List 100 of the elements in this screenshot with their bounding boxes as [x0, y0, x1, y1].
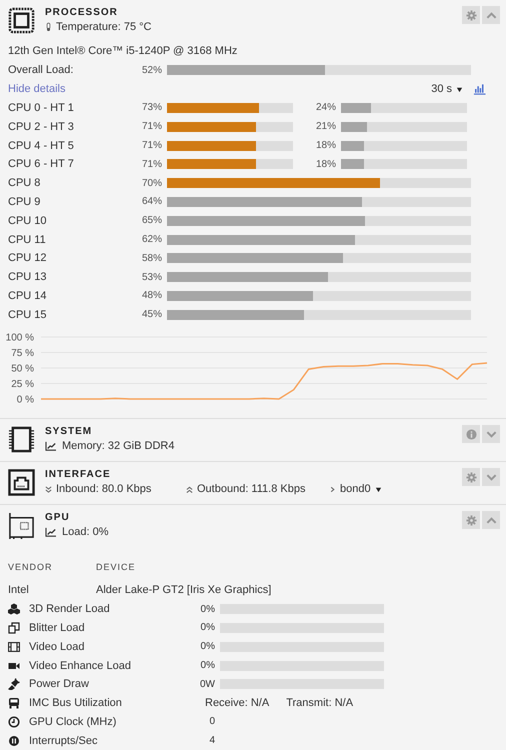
- load-text: Load: 0%: [62, 525, 108, 540]
- chevron-right-icon: [329, 486, 336, 493]
- cpu-load-reading: 21%: [314, 121, 336, 132]
- pause-icon: [8, 734, 20, 747]
- graphics-card-icon: [8, 512, 35, 540]
- metric-reading: 0%: [200, 660, 215, 672]
- cpu-load-reading: 70%: [140, 178, 162, 189]
- cpu-label: CPU 10: [8, 214, 48, 227]
- column-header: DEVICE: [96, 562, 136, 572]
- section-title: SYSTEM: [45, 425, 94, 440]
- memory-module-icon: [8, 426, 35, 454]
- trend-chart-icon: [45, 441, 57, 452]
- cpu-load-reading: 48%: [140, 290, 162, 302]
- cpu-load-reading: 73%: [140, 102, 162, 114]
- y-axis-label: 75 %: [11, 348, 34, 360]
- metric-label: Video Enhance Load: [29, 660, 132, 672]
- metric-reading: 0%: [200, 641, 215, 652]
- metric-label: 3D Render Load: [29, 603, 111, 616]
- chevron-down-icon: [486, 472, 496, 483]
- gear-icon: [466, 472, 476, 483]
- metric-label: GPU Clock (MHz): [29, 716, 118, 728]
- gear-icon: [466, 514, 476, 526]
- caret-icon: [374, 486, 382, 493]
- inbound-text: Inbound: 80.0 Kbps: [56, 482, 152, 496]
- bar-chart-icon[interactable]: [473, 83, 486, 96]
- cpu-label: CPU 4 - HT 5: [8, 140, 75, 152]
- caret-icon: [456, 86, 463, 93]
- cpu-load-reading: 71%: [140, 158, 162, 170]
- cpu-label: CPU 6 - HT 7: [8, 158, 75, 170]
- y-axis-label: 0 %: [16, 394, 34, 406]
- section-title: INTERFACE: [45, 468, 112, 482]
- metric-reading: 0W: [199, 678, 215, 690]
- cpu-load-reading: 58%: [140, 252, 162, 264]
- cpu-label: CPU 15: [8, 308, 48, 321]
- info-button[interactable]: [462, 425, 480, 444]
- gear-icon: [466, 10, 476, 20]
- cpu-label: CPU 0 - HT 1: [8, 102, 75, 114]
- settings-button[interactable]: [462, 6, 480, 24]
- load-reading: 52%: [140, 64, 162, 76]
- cpu-load-reading: 71%: [140, 121, 162, 132]
- chevron-down-icon: [486, 428, 496, 440]
- transmit-text: Transmit: N/A: [286, 697, 354, 710]
- cpu-label: CPU 9: [8, 196, 42, 208]
- metric-label: Power Draw: [29, 678, 90, 690]
- collapse-button[interactable]: [482, 511, 500, 530]
- y-axis-label: 100 %: [6, 332, 34, 344]
- info-icon: [466, 428, 476, 440]
- metric-reading: 0%: [200, 622, 215, 634]
- settings-button[interactable]: [462, 511, 480, 530]
- column-header: VENDOR: [8, 562, 54, 572]
- cpu-load-reading: 24%: [314, 102, 336, 114]
- trend-chart-icon: [45, 527, 57, 538]
- cpu-load-reading: 18%: [314, 158, 336, 170]
- section-title: GPU: [45, 511, 71, 526]
- cpu-load-reading: 18%: [314, 140, 336, 152]
- cpu-load-reading: 65%: [140, 215, 162, 226]
- cpu-label: CPU 11: [8, 234, 47, 246]
- hide-details-link[interactable]: Hide details: [8, 83, 66, 96]
- cpu-model-text: 12th Gen Intel® Core™ i5-1240P @ 3168 MHz: [7, 44, 238, 59]
- cpu-label: CPU 12: [8, 252, 48, 264]
- network-port-icon: [8, 469, 35, 496]
- clock-icon: [8, 716, 20, 728]
- chevron-up-icon: [486, 10, 496, 20]
- outbound-text: Outbound: 111.8 Kbps: [197, 482, 306, 496]
- cpu-label: CPU 8: [8, 177, 42, 190]
- double-chevron-down-icon: [45, 486, 52, 493]
- cpu-load-reading: 53%: [140, 272, 162, 283]
- overall-load-label: Overall Load:: [8, 64, 74, 76]
- temperature-text: Temperature: 75 °C: [56, 20, 152, 34]
- table-cell-text: Intel: [8, 584, 30, 596]
- settings-button[interactable]: [462, 468, 480, 486]
- film-icon: [8, 640, 20, 653]
- metric-reading: 0%: [200, 604, 215, 615]
- table-cell: Alder Lake-P GT2 [Iris Xe Graphics]: [96, 584, 272, 596]
- interval-dropdown[interactable]: 30 s: [431, 83, 452, 96]
- interface-dropdown[interactable]: bond0: [340, 482, 371, 496]
- cpu-label: CPU 13: [8, 271, 48, 284]
- expand-button[interactable]: [482, 425, 500, 444]
- cpu-load-reading: 45%: [140, 309, 162, 320]
- metric-reading: 0: [208, 716, 215, 728]
- expand-button[interactable]: [482, 468, 500, 486]
- chevron-up-icon: [486, 514, 496, 526]
- cpu-load-reading: 71%: [140, 140, 162, 152]
- thermometer-icon: [45, 22, 52, 32]
- metric-label: IMC Bus Utilization: [29, 697, 123, 710]
- cpu-label: CPU 14: [8, 290, 48, 302]
- metric-label: Video Load: [29, 640, 86, 653]
- cpu-load-reading: 64%: [140, 196, 162, 208]
- bus-icon: [8, 697, 20, 710]
- receive-text: Receive: N/A: [205, 697, 270, 710]
- section-title: PROCESSOR: [45, 6, 119, 20]
- y-axis-label: 50 %: [11, 364, 34, 375]
- y-axis-label: 25 %: [11, 379, 34, 390]
- metric-reading: 4: [208, 735, 215, 746]
- cpu-load-reading: 62%: [140, 234, 162, 246]
- collapse-button[interactable]: [482, 6, 500, 24]
- cubes-icon: [8, 603, 20, 616]
- metric-label: Interrupts/Sec: [29, 734, 98, 747]
- chip-icon: [8, 7, 35, 34]
- cpu-label: CPU 2 - HT 3: [8, 120, 75, 133]
